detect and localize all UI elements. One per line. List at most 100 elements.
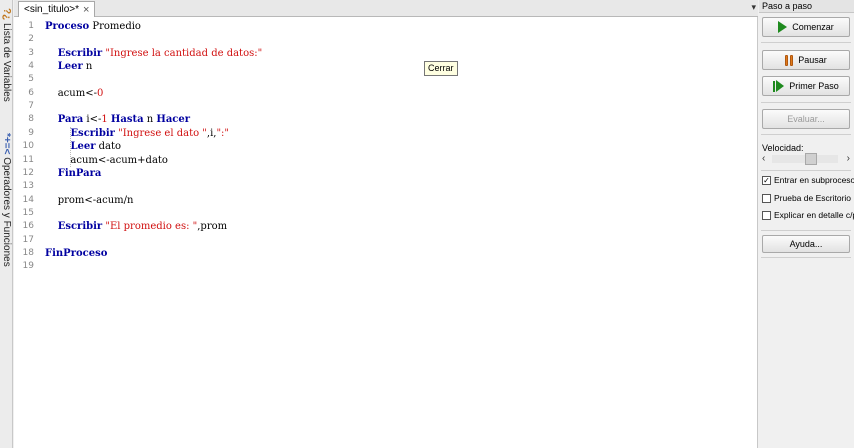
first-step-button[interactable]: Primer Paso bbox=[762, 76, 850, 96]
code-token: FinPara bbox=[57, 167, 102, 179]
step-by-step-panel: Paso a paso Comenzar Pausar Primer Paso … bbox=[759, 0, 854, 448]
line-number: 3 bbox=[28, 47, 34, 58]
code-line[interactable]: 13 bbox=[14, 180, 758, 193]
operators-icon: *+=< bbox=[1, 133, 12, 155]
code-line[interactable]: 11 acum<-acum+dato bbox=[14, 154, 758, 167]
close-tooltip: Cerrar bbox=[424, 61, 458, 76]
code-line[interactable]: 2 bbox=[14, 33, 758, 46]
code-text-area[interactable]: 1 Proceso Promedio 2 3 Escribir "Ingrese la… bbox=[14, 18, 758, 448]
code-token: Leer bbox=[57, 61, 83, 73]
line-number: 7 bbox=[28, 101, 34, 112]
slider-right-arrow-icon[interactable]: › bbox=[847, 153, 850, 165]
divider bbox=[761, 134, 851, 135]
line-number: 10 bbox=[22, 141, 34, 152]
tab-sin-titulo[interactable]: <sin_titulo>* × bbox=[18, 1, 96, 17]
code-token: "Ingrese la cantidad de datos:" bbox=[105, 47, 263, 59]
first-step-button-label: Primer Paso bbox=[789, 81, 839, 91]
code-token: FinProceso bbox=[45, 247, 108, 259]
code-line[interactable]: 5 bbox=[14, 73, 758, 86]
line-number: 1 bbox=[28, 21, 34, 31]
code-token: Hasta bbox=[110, 114, 144, 126]
code-text: prom<-acum/n bbox=[45, 194, 134, 207]
speed-slider[interactable]: ‹ › bbox=[762, 153, 850, 165]
pause-button[interactable]: Pausar bbox=[762, 50, 850, 70]
code-text: acum<-0 bbox=[45, 87, 104, 100]
checkbox-box[interactable]: ✓ bbox=[762, 175, 771, 185]
code-token: "Ingrese el dato " bbox=[118, 127, 207, 139]
code-token: ":" bbox=[216, 127, 230, 139]
line-number: 14 bbox=[22, 194, 34, 205]
code-line[interactable]: 14 prom<-acum/n bbox=[14, 194, 758, 207]
chevron-down-icon[interactable]: ▾ bbox=[751, 2, 756, 13]
checkbox-label: Explicar en detalle c/paso bbox=[774, 210, 854, 220]
code-line[interactable]: 1 Proceso Promedio bbox=[14, 20, 758, 33]
code-line[interactable]: 17 bbox=[14, 234, 758, 247]
code-text: Escribir "El promedio es: ",prom bbox=[45, 220, 227, 233]
start-button[interactable]: Comenzar bbox=[762, 17, 850, 37]
code-line[interactable]: 6 acum<-0 bbox=[14, 87, 758, 100]
code-text: Leer n bbox=[45, 60, 93, 73]
code-line[interactable]: 10 Leer dato bbox=[14, 140, 758, 153]
slider-thumb[interactable] bbox=[805, 153, 818, 165]
divider bbox=[761, 42, 851, 43]
speed-label: Velocidad: bbox=[762, 143, 804, 153]
code-line[interactable]: 15 bbox=[14, 207, 758, 220]
checkbox-desk-check[interactable]: Prueba de Escritorio bbox=[762, 193, 851, 203]
start-button-label: Comenzar bbox=[792, 22, 834, 32]
variables-list-tab[interactable]: ?¿ Lista de Variables bbox=[0, 8, 13, 102]
code-line[interactable]: 12 FinPara bbox=[14, 167, 758, 180]
code-token: "El promedio es: " bbox=[105, 221, 198, 233]
code-token: i<- bbox=[83, 114, 102, 126]
line-number: 17 bbox=[22, 234, 34, 245]
code-line[interactable]: 3 Escribir "Ingrese la cantidad de datos… bbox=[14, 47, 758, 60]
evaluate-button[interactable]: Evaluar... bbox=[762, 109, 850, 129]
code-line[interactable]: 9 Escribir "Ingrese el dato ",i,":" bbox=[14, 127, 758, 140]
evaluate-button-label: Evaluar... bbox=[787, 114, 825, 124]
code-editor: <sin_titulo>* × ▾ 1 Proceso Promedio 2 3 Es… bbox=[14, 0, 758, 448]
slider-left-arrow-icon[interactable]: ‹ bbox=[762, 153, 765, 165]
code-token: n bbox=[143, 114, 157, 126]
code-token: Escribir bbox=[70, 127, 115, 139]
variables-list-label: Lista de Variables bbox=[1, 23, 12, 102]
indent-guide bbox=[70, 126, 71, 167]
operators-functions-tab[interactable]: *+=< Operadores y Funciones bbox=[0, 133, 13, 267]
checkbox-enter-subprocesses[interactable]: ✓ Entrar en subprocesos bbox=[762, 175, 854, 185]
close-icon[interactable]: × bbox=[83, 4, 89, 16]
divider bbox=[761, 230, 851, 231]
code-text: Escribir "Ingrese la cantidad de datos:" bbox=[45, 47, 262, 60]
line-number: 9 bbox=[28, 127, 34, 138]
line-number: 2 bbox=[28, 34, 34, 45]
line-number: 8 bbox=[28, 114, 34, 125]
code-line[interactable]: 19 bbox=[14, 260, 758, 273]
line-number: 13 bbox=[22, 181, 34, 192]
help-button[interactable]: Ayuda... bbox=[762, 235, 850, 253]
checkbox-label: Prueba de Escritorio bbox=[774, 193, 852, 203]
checkbox-box[interactable] bbox=[762, 193, 771, 203]
code-line[interactable]: 16 Escribir "El promedio es: ",prom bbox=[14, 220, 758, 233]
code-token: Promedio bbox=[89, 21, 141, 32]
line-number: 5 bbox=[28, 74, 34, 85]
line-number: 11 bbox=[22, 154, 34, 165]
code-token: Escribir bbox=[57, 47, 103, 59]
code-line[interactable]: 18 FinProceso bbox=[14, 247, 758, 260]
line-number: 6 bbox=[28, 87, 34, 98]
checkbox-explain-detail[interactable]: Explicar en detalle c/paso bbox=[762, 210, 854, 220]
code-line[interactable]: 4 Leer n bbox=[14, 60, 758, 73]
operators-functions-label: Operadores y Funciones bbox=[1, 157, 12, 267]
code-line[interactable]: 7 bbox=[14, 100, 758, 113]
panel-title: Paso a paso bbox=[759, 0, 854, 13]
code-token: prom<-acum/n bbox=[45, 194, 134, 206]
divider bbox=[761, 170, 851, 171]
code-token: acum<- bbox=[45, 87, 97, 99]
checkbox-label: Entrar en subprocesos bbox=[774, 175, 854, 185]
pause-icon bbox=[785, 54, 794, 66]
checkbox-box[interactable] bbox=[762, 210, 771, 220]
line-number: 19 bbox=[22, 261, 34, 272]
code-token: acum<-acum+dato bbox=[45, 154, 168, 166]
code-line[interactable]: 8 Para i<-1 Hasta n Hacer bbox=[14, 113, 758, 126]
code-text: Leer dato bbox=[45, 140, 121, 153]
